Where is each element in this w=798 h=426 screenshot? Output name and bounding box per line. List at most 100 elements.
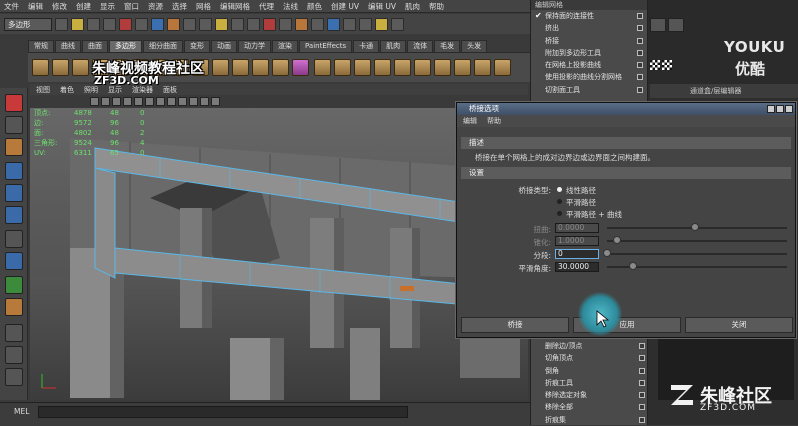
panel-layout-icon[interactable] <box>668 18 684 32</box>
menu-12[interactable]: 颜色 <box>307 1 322 12</box>
menu-item[interactable]: 切角顶点 <box>531 352 649 364</box>
poly-pyramid-icon[interactable] <box>292 59 309 76</box>
camera-icon[interactable] <box>90 97 99 106</box>
snap-grid-icon[interactable] <box>231 17 244 31</box>
menu-16[interactable]: 帮助 <box>429 1 444 12</box>
mel-label[interactable]: MEL <box>14 407 29 416</box>
menu-item[interactable]: ✔ 保持面的连接性 <box>531 10 647 22</box>
uv-mask-icon[interactable] <box>199 17 212 31</box>
taper-field[interactable]: 1.0000 <box>555 236 599 246</box>
four-pane-layout-icon[interactable] <box>5 346 23 364</box>
shadows-icon[interactable] <box>189 97 198 106</box>
taper-slider-knob[interactable] <box>613 236 621 244</box>
menu-13[interactable]: 创建 UV <box>331 1 359 12</box>
menu-item[interactable]: 移除全部 <box>531 401 649 413</box>
menu-9[interactable]: 编辑网格 <box>220 1 250 12</box>
checker-icon[interactable] <box>650 60 660 70</box>
move-tool-icon[interactable] <box>5 162 23 180</box>
description-section[interactable]: 描述 <box>461 137 791 149</box>
bridge-button[interactable]: 桥接 <box>461 317 569 333</box>
twist-slider-knob[interactable] <box>691 223 699 231</box>
offset-edge-loop-icon[interactable] <box>414 59 431 76</box>
menu-item[interactable]: 折痕集 <box>531 414 649 426</box>
shelf-tab-2[interactable]: 曲面 <box>82 40 108 52</box>
last-tool-icon[interactable] <box>5 298 23 316</box>
close-window-icon[interactable] <box>785 105 793 113</box>
menu-item[interactable]: 删除边/顶点 <box>531 340 649 352</box>
divisions-slider-knob[interactable] <box>603 249 611 257</box>
isolate-icon[interactable] <box>211 97 220 106</box>
collapse-icon[interactable] <box>454 59 471 76</box>
settings-section[interactable]: 设置 <box>461 167 791 179</box>
shelf-tab-5[interactable]: 变形 <box>184 40 210 52</box>
menu-3[interactable]: 创建 <box>76 1 91 12</box>
maximize-icon[interactable] <box>776 105 784 113</box>
option-box-icon[interactable] <box>637 37 643 44</box>
render-settings-icon[interactable] <box>327 17 340 31</box>
option-box-icon[interactable] <box>637 25 643 32</box>
magnet-icon[interactable] <box>375 17 388 31</box>
smooth-shade-icon[interactable] <box>156 97 165 106</box>
divisions-slider[interactable] <box>607 253 787 255</box>
menu-1[interactable]: 编辑 <box>28 1 43 12</box>
select-object-icon[interactable] <box>119 17 132 31</box>
save-scene-icon[interactable] <box>87 17 100 31</box>
panel-toggle-icon[interactable] <box>650 18 666 32</box>
xray-icon[interactable] <box>200 97 209 106</box>
checker2-icon[interactable] <box>662 60 672 70</box>
shelf-tab-9[interactable]: PaintEffects <box>299 40 353 52</box>
option-box-icon[interactable] <box>637 13 643 19</box>
radio-linear-path[interactable]: 线性路径 <box>557 185 596 196</box>
viewport-menu-0[interactable]: 视图 <box>36 85 50 95</box>
face-mask-icon[interactable] <box>183 17 196 31</box>
option-box-icon[interactable] <box>637 49 643 56</box>
bevel-icon[interactable] <box>474 59 491 76</box>
scale-tool-icon[interactable] <box>5 206 23 224</box>
menu-11[interactable]: 法线 <box>283 1 298 12</box>
radio-smooth-path-curve[interactable]: 平滑路径 + 曲线 <box>557 209 622 220</box>
lasso-tool-icon[interactable] <box>5 116 23 134</box>
single-pane-layout-icon[interactable] <box>5 324 23 342</box>
merge-icon[interactable] <box>434 59 451 76</box>
poly-cube-icon[interactable] <box>52 59 69 76</box>
option-box-icon[interactable] <box>639 367 645 374</box>
lock-icon[interactable] <box>215 17 228 31</box>
snap-surface-icon[interactable] <box>279 17 292 31</box>
construction-icon[interactable] <box>359 17 372 31</box>
shelf-tab-8[interactable]: 渲染 <box>272 40 298 52</box>
shelf-tab-6[interactable]: 动画 <box>211 40 237 52</box>
ipr-render-icon[interactable] <box>311 17 324 31</box>
taper-slider[interactable] <box>607 240 787 242</box>
viewport-menu-1[interactable]: 着色 <box>60 85 74 95</box>
shelf-tab-7[interactable]: 动力学 <box>238 40 271 52</box>
poly-sphere-icon[interactable] <box>32 59 49 76</box>
menu-item[interactable]: 挤出 <box>531 22 647 34</box>
select-component-icon[interactable] <box>135 17 148 31</box>
paint-select-icon[interactable] <box>5 138 23 156</box>
bridge-icon[interactable] <box>334 59 351 76</box>
textured-icon[interactable] <box>167 97 176 106</box>
menu-item[interactable]: 桥接 <box>531 35 647 47</box>
menu-item[interactable]: 在网格上投影曲线 <box>531 59 647 71</box>
select-hierarchy-icon[interactable] <box>103 17 116 31</box>
film-gate-icon[interactable] <box>123 97 132 106</box>
option-box-icon[interactable] <box>639 379 645 386</box>
shelf-tab-3[interactable]: 多边形 <box>109 40 142 52</box>
menu-item[interactable]: 使用投影的曲线分割网格 <box>531 71 647 83</box>
menu-4[interactable]: 显示 <box>100 1 115 12</box>
append-polygon-icon[interactable] <box>354 59 371 76</box>
close-button[interactable]: 关闭 <box>685 317 793 333</box>
viewport-persp[interactable]: 视图 着色 照明 显示 渲染器 面板 顶点: 4878 48 0 边: 9572… <box>30 84 528 400</box>
bookmark-icon[interactable] <box>101 97 110 106</box>
boolean-union-icon[interactable] <box>232 59 249 76</box>
menu-item[interactable]: 折痕工具 <box>531 377 649 389</box>
mel-input[interactable] <box>38 406 408 418</box>
insert-edge-loop-icon[interactable] <box>394 59 411 76</box>
render-icon[interactable] <box>295 17 308 31</box>
option-box-icon[interactable] <box>639 392 645 399</box>
rotate-tool-icon[interactable] <box>5 184 23 202</box>
menu-item[interactable]: 倒角 <box>531 365 649 377</box>
minimize-icon[interactable] <box>767 105 775 113</box>
menu-item[interactable]: 切割面工具 <box>531 84 647 96</box>
shelf-tab-0[interactable]: 常规 <box>28 40 54 52</box>
